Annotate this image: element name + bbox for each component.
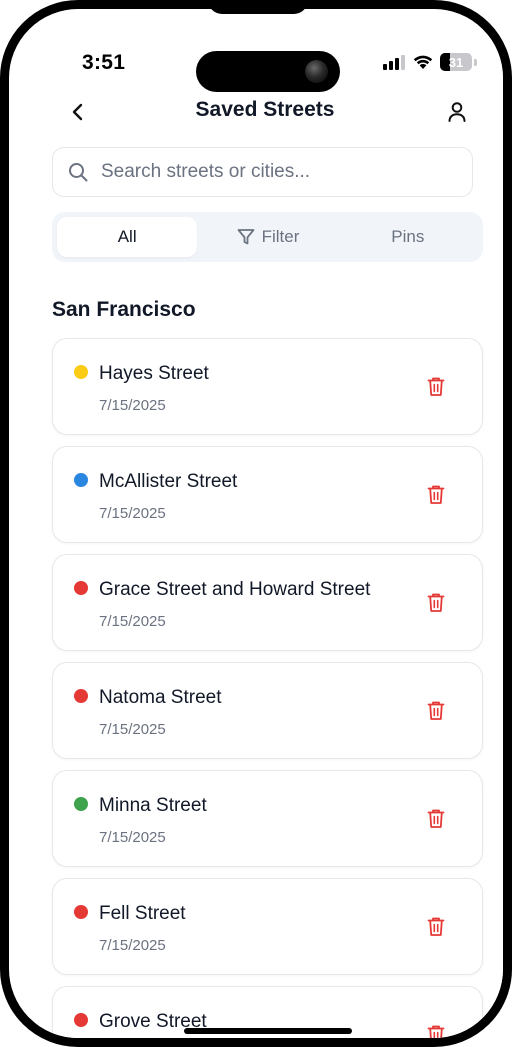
street-card[interactable]: Minna Street 7/15/2025 [52,770,483,867]
trash-icon [427,377,445,396]
battery-level: 31 [448,54,464,70]
delete-button[interactable] [425,375,447,397]
street-card[interactable]: Hayes Street 7/15/2025 [52,338,483,435]
battery-cap [474,58,477,66]
search-input[interactable] [101,161,472,183]
street-name: Grace Street and Howard Street [99,579,371,600]
delete-button[interactable] [425,1023,447,1038]
street-card[interactable]: Fell Street 7/15/2025 [52,878,483,975]
profile-button[interactable] [445,100,469,124]
status-time: 3:51 [82,51,126,74]
user-icon [448,102,466,122]
saved-date: 7/15/2025 [99,937,166,954]
pin-color-dot [74,365,88,379]
trash-icon [427,917,445,936]
trash-icon [427,593,445,612]
battery-icon: 31 [440,53,472,71]
tab-label: Pins [391,227,425,246]
trash-icon [427,485,445,504]
delete-button[interactable] [425,915,447,937]
tab-label: Filter [261,227,300,246]
street-name: Hayes Street [99,363,209,384]
tab-all[interactable]: All [57,217,198,257]
street-card[interactable]: McAllister Street 7/15/2025 [52,446,483,543]
saved-date: 7/15/2025 [99,613,166,630]
status-icons: 31 [382,52,477,72]
page-title: Saved Streets [195,98,335,121]
saved-date: 7/15/2025 [99,505,166,522]
delete-button[interactable] [425,483,447,505]
segmented-tabs: All Filter Pins [52,212,483,262]
pin-color-dot [74,689,88,703]
pin-color-dot [74,1013,88,1027]
street-card[interactable]: Grove Street [52,986,483,1038]
street-name: McAllister Street [99,471,238,492]
delete-button[interactable] [425,807,447,829]
screen: 3:51 31 Saved Streets Search streets or … [18,18,503,1038]
tab-pins[interactable]: Pins [338,217,478,257]
dynamic-island [196,51,340,92]
trash-icon [427,701,445,720]
street-list: Hayes Street 7/15/2025 McAllister Street… [52,338,483,1038]
trash-icon [427,1025,445,1038]
pin-color-dot [74,797,88,811]
trash-icon [427,809,445,828]
delete-button[interactable] [425,699,447,721]
delete-button[interactable] [425,591,447,613]
filter-icon [237,229,254,245]
saved-date: 7/15/2025 [99,721,166,738]
tab-filter[interactable]: Filter [197,217,337,257]
tab-label: All [117,227,137,246]
saved-date: 7/15/2025 [99,397,166,414]
phone-device: 3:51 31 Saved Streets Search streets or … [0,0,512,1047]
camera-icon [305,60,328,83]
street-name: Fell Street [99,903,186,924]
pin-color-dot [74,473,88,487]
street-name: Minna Street [99,795,207,816]
home-indicator[interactable] [184,1028,352,1034]
section-title: San Francisco [52,298,196,321]
wifi-icon [413,55,433,69]
street-card[interactable]: Natoma Street 7/15/2025 [52,662,483,759]
pin-color-dot [74,581,88,595]
street-card[interactable]: Grace Street and Howard Street 7/15/2025 [52,554,483,651]
phone-frame: 3:51 31 Saved Streets Search streets or … [0,0,512,1047]
street-name: Natoma Street [99,687,222,708]
saved-date: 7/15/2025 [99,829,166,846]
search-icon [69,163,88,182]
pin-color-dot [74,905,88,919]
signal-icon [383,55,405,70]
search-bar[interactable] [52,147,473,197]
top-notch [208,0,308,14]
